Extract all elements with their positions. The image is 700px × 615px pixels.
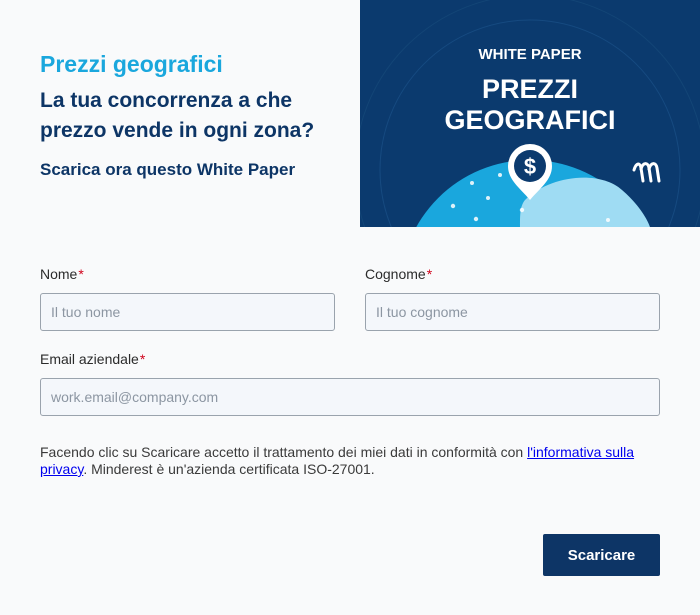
- cover-illustration: WHITE PAPER PREZZI GEOGRAFICI $: [360, 0, 700, 227]
- first-name-label-text: Nome: [40, 266, 78, 282]
- last-name-label: Cognome*: [365, 266, 660, 282]
- last-name-group: Cognome*: [365, 266, 660, 331]
- privacy-consent-text: Facendo clic su Scaricare accetto il tra…: [40, 444, 640, 478]
- required-asterisk: *: [426, 266, 433, 282]
- pin-dollar-symbol: $: [524, 154, 536, 179]
- email-label: Email aziendale*: [40, 351, 660, 367]
- cover-kicker: WHITE PAPER: [478, 46, 581, 63]
- cover-title-line1: PREZZI: [482, 74, 578, 104]
- download-submit-button[interactable]: Scaricare: [543, 534, 660, 576]
- headline: La tua concorrenza a che prezzo vende in…: [40, 89, 315, 142]
- intro: Prezzi geografici La tua concorrenza a c…: [40, 50, 350, 180]
- email-label-text: Email aziendale: [40, 351, 139, 367]
- last-name-label-text: Cognome: [365, 266, 426, 282]
- required-asterisk: *: [78, 266, 84, 282]
- cta-subtitle: Scarica ora questo White Paper: [40, 160, 296, 179]
- cover-title-line2: GEOGRAFICI: [444, 105, 615, 135]
- eyebrow-title: Prezzi geografici: [40, 51, 223, 77]
- required-asterisk: *: [139, 351, 146, 367]
- name-row: Nome* Cognome*: [40, 266, 660, 331]
- email-group: Email aziendale*: [40, 351, 660, 416]
- white-paper-cover-image: WHITE PAPER PREZZI GEOGRAFICI $: [360, 0, 700, 227]
- last-name-input[interactable]: [365, 293, 660, 331]
- first-name-label: Nome*: [40, 266, 335, 282]
- consent-text-after: . Minderest è un'azienda certificata ISO…: [83, 461, 375, 477]
- first-name-input[interactable]: [40, 293, 335, 331]
- download-form: Nome* Cognome* Email aziendale* Facendo …: [40, 266, 660, 492]
- email-input[interactable]: [40, 378, 660, 416]
- first-name-group: Nome*: [40, 266, 335, 331]
- consent-text-before: Facendo clic su Scaricare accetto il tra…: [40, 444, 528, 460]
